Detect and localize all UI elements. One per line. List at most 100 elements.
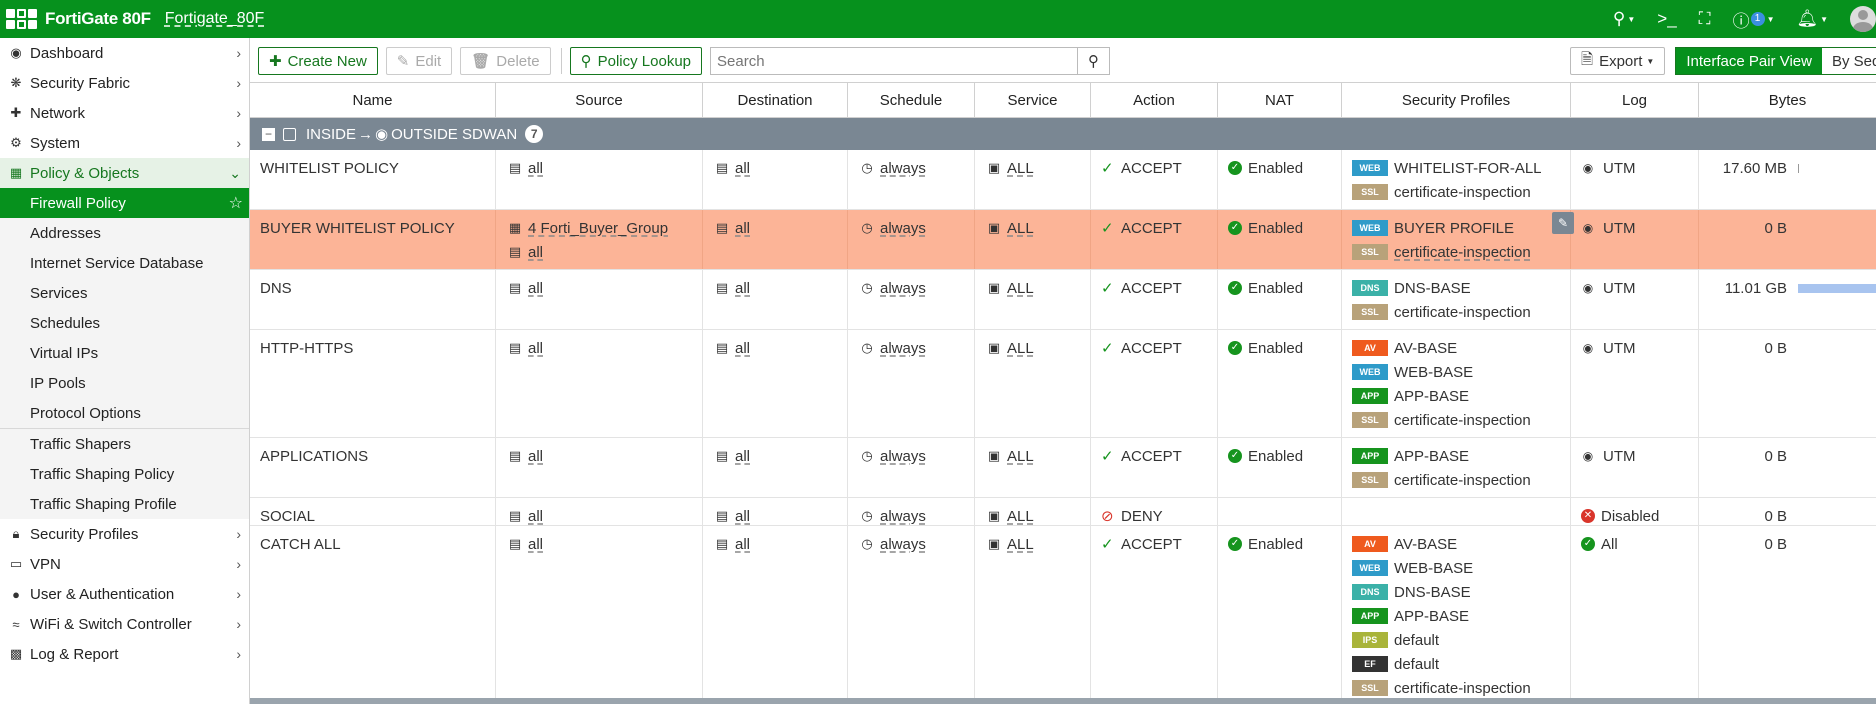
column-header-bytes[interactable]: Bytes	[1699, 83, 1876, 117]
profile-name[interactable]: WEB-BASE	[1394, 364, 1473, 381]
table-row[interactable]: WHITELIST POLICY ▤ all ▤ all ◷ always ▣ ALL ✓ ACCE…	[250, 150, 1876, 210]
collapse-icon[interactable]: −	[262, 127, 275, 141]
source-address[interactable]: all	[528, 536, 543, 553]
sidebar-subitem-firewall-policy[interactable]: Firewall Policy ☆	[0, 188, 249, 218]
policy-name[interactable]: WHITELIST POLICY	[260, 156, 495, 180]
column-header-action[interactable]: Action	[1091, 83, 1218, 117]
source-address[interactable]: all	[528, 508, 543, 525]
policy-name[interactable]: DNS	[260, 276, 495, 300]
profile-name[interactable]: APP-BASE	[1394, 608, 1469, 625]
destination-address[interactable]: all	[735, 280, 750, 297]
sidebar-item-system[interactable]: ⚙ System ›	[0, 128, 249, 158]
column-header-security-profiles[interactable]: Security Profiles	[1342, 83, 1571, 117]
search-submit-button[interactable]: ⚲	[1077, 48, 1109, 74]
table-row[interactable]: HTTP-HTTPS ▤ all ▤ all ◷ always ▣ ALL ✓ ACCEPT ✓ Ena…	[250, 330, 1876, 438]
star-icon[interactable]: ☆	[229, 193, 243, 213]
by-sequence-button[interactable]: By Seque	[1822, 48, 1876, 74]
policy-name[interactable]: APPLICATIONS	[260, 444, 495, 468]
destination-address[interactable]: all	[735, 508, 750, 525]
export-button[interactable]: 🗎︎ Export ▼	[1570, 47, 1666, 75]
profile-name[interactable]: AV-BASE	[1394, 536, 1457, 553]
horizontal-scrollbar[interactable]	[250, 698, 1876, 704]
interface-pair-view-button[interactable]: Interface Pair View	[1676, 48, 1822, 74]
profile-name[interactable]: certificate-inspection	[1394, 304, 1531, 321]
hostname-link[interactable]: Fortigate_80F	[165, 10, 265, 28]
delete-button[interactable]: 🗑︎ Delete	[460, 47, 551, 75]
profile-name[interactable]: DNS-BASE	[1394, 584, 1471, 601]
profile-name[interactable]: APP-BASE	[1394, 388, 1469, 405]
fullscreen-button[interactable]: ⛶	[1699, 9, 1711, 29]
column-header-log[interactable]: Log	[1571, 83, 1699, 117]
sidebar-item-network[interactable]: ✚ Network ›	[0, 98, 249, 128]
profile-name[interactable]: BUYER PROFILE	[1394, 220, 1514, 237]
sidebar-subitem-schedules[interactable]: Schedules	[0, 308, 249, 338]
schedule-value[interactable]: always	[880, 448, 926, 465]
profile-name[interactable]: certificate-inspection	[1394, 472, 1531, 489]
table-row[interactable]: APPLICATIONS ▤ all ▤ all ◷ always ▣ ALL ✓ ACCEPT ✓ E…	[250, 438, 1876, 498]
source-address[interactable]: 4 Forti_Buyer_Group	[528, 220, 668, 237]
inline-edit-pencil-icon[interactable]: ✎	[1552, 212, 1574, 234]
user-avatar[interactable]	[1850, 6, 1876, 32]
destination-address[interactable]: all	[735, 536, 750, 553]
profile-name[interactable]: APP-BASE	[1394, 448, 1469, 465]
sidebar-item-security-fabric[interactable]: ❋ Security Fabric ›	[0, 68, 249, 98]
profile-name[interactable]: AV-BASE	[1394, 340, 1457, 357]
profile-name[interactable]: WHITELIST-FOR-ALL	[1394, 160, 1542, 177]
create-new-button[interactable]: ✚ Create New	[258, 47, 378, 75]
column-header-destination[interactable]: Destination	[703, 83, 848, 117]
profile-name[interactable]: certificate-inspection	[1394, 412, 1531, 429]
sidebar-subitem-protocol-options[interactable]: Protocol Options	[0, 398, 249, 428]
profile-name[interactable]: DNS-BASE	[1394, 280, 1471, 297]
cli-console-button[interactable]: >_	[1657, 9, 1676, 29]
destination-address[interactable]: all	[735, 340, 750, 357]
search-menu[interactable]: ⚲ ▼	[1613, 9, 1635, 29]
sidebar-subitem-traffic-shapers[interactable]: Traffic Shapers	[0, 429, 249, 459]
sidebar-item-log-report[interactable]: ▩ Log & Report ›	[0, 639, 249, 669]
service-value[interactable]: ALL	[1007, 536, 1034, 553]
schedule-value[interactable]: always	[880, 508, 926, 525]
column-header-service[interactable]: Service	[975, 83, 1091, 117]
profile-name[interactable]: certificate-inspection	[1394, 244, 1531, 261]
fortinet-logo[interactable]: FortiGate 80F	[6, 9, 151, 29]
table-row[interactable]: DNS ▤ all ▤ all ◷ always ▣ ALL ✓ ACCEPT ✓ Enabled DNS…	[250, 270, 1876, 330]
sidebar-item-vpn[interactable]: ▭ VPN ›	[0, 549, 249, 579]
sidebar-item-user-authentication[interactable]: ● User & Authentication ›	[0, 579, 249, 609]
policy-lookup-button[interactable]: ⚲ Policy Lookup	[569, 47, 703, 75]
schedule-value[interactable]: always	[880, 340, 926, 357]
column-header-nat[interactable]: NAT	[1218, 83, 1342, 117]
policy-name[interactable]: SOCIAL	[260, 504, 495, 528]
table-row[interactable]: CATCH ALL ▤ all ▤ all ◷ always ▣ ALL ✓ ACCEPT ✓ Enab…	[250, 526, 1876, 704]
profile-name[interactable]: certificate-inspection	[1394, 680, 1531, 697]
source-address[interactable]: all	[528, 448, 543, 465]
schedule-value[interactable]: always	[880, 536, 926, 553]
profile-name[interactable]: WEB-BASE	[1394, 560, 1473, 577]
policy-name[interactable]: BUYER WHITELIST POLICY	[260, 216, 495, 240]
interface-pair-group-header[interactable]: − INSIDE → ◉ OUTSIDE SDWAN 7	[250, 118, 1876, 150]
sidebar-subitem-traffic-shaping-policy[interactable]: Traffic Shaping Policy	[0, 459, 249, 489]
destination-address[interactable]: all	[735, 160, 750, 177]
service-value[interactable]: ALL	[1007, 160, 1034, 177]
edit-button[interactable]: ✎ Edit	[385, 47, 453, 75]
profile-name[interactable]: default	[1394, 632, 1439, 649]
profile-name[interactable]: default	[1394, 656, 1439, 673]
sidebar-item-policy-objects[interactable]: ▦ Policy & Objects ⌄	[0, 158, 249, 188]
service-value[interactable]: ALL	[1007, 448, 1034, 465]
sidebar-item-wifi-switch[interactable]: ≈ WiFi & Switch Controller ›	[0, 609, 249, 639]
column-header-schedule[interactable]: Schedule	[848, 83, 975, 117]
service-value[interactable]: ALL	[1007, 508, 1034, 525]
policy-name[interactable]: CATCH ALL	[260, 532, 495, 556]
sidebar-subitem-addresses[interactable]: Addresses	[0, 218, 249, 248]
sidebar-subitem-virtual-ips[interactable]: Virtual IPs	[0, 338, 249, 368]
group-checkbox[interactable]	[283, 127, 296, 141]
sidebar-item-security-profiles[interactable]: 🔒︎ Security Profiles ›	[0, 519, 249, 549]
column-header-source[interactable]: Source	[496, 83, 703, 117]
service-value[interactable]: ALL	[1007, 340, 1034, 357]
column-header-name[interactable]: Name	[250, 83, 496, 117]
schedule-value[interactable]: always	[880, 280, 926, 297]
destination-address[interactable]: all	[735, 448, 750, 465]
table-row[interactable]: BUYER WHITELIST POLICY ▦ 4 Forti_Buyer_Gro…	[250, 210, 1876, 270]
sidebar-subitem-ip-pools[interactable]: IP Pools	[0, 368, 249, 398]
profile-name[interactable]: certificate-inspection	[1394, 184, 1531, 201]
sidebar-subitem-internet-service-database[interactable]: Internet Service Database	[0, 248, 249, 278]
source-address[interactable]: all	[528, 340, 543, 357]
